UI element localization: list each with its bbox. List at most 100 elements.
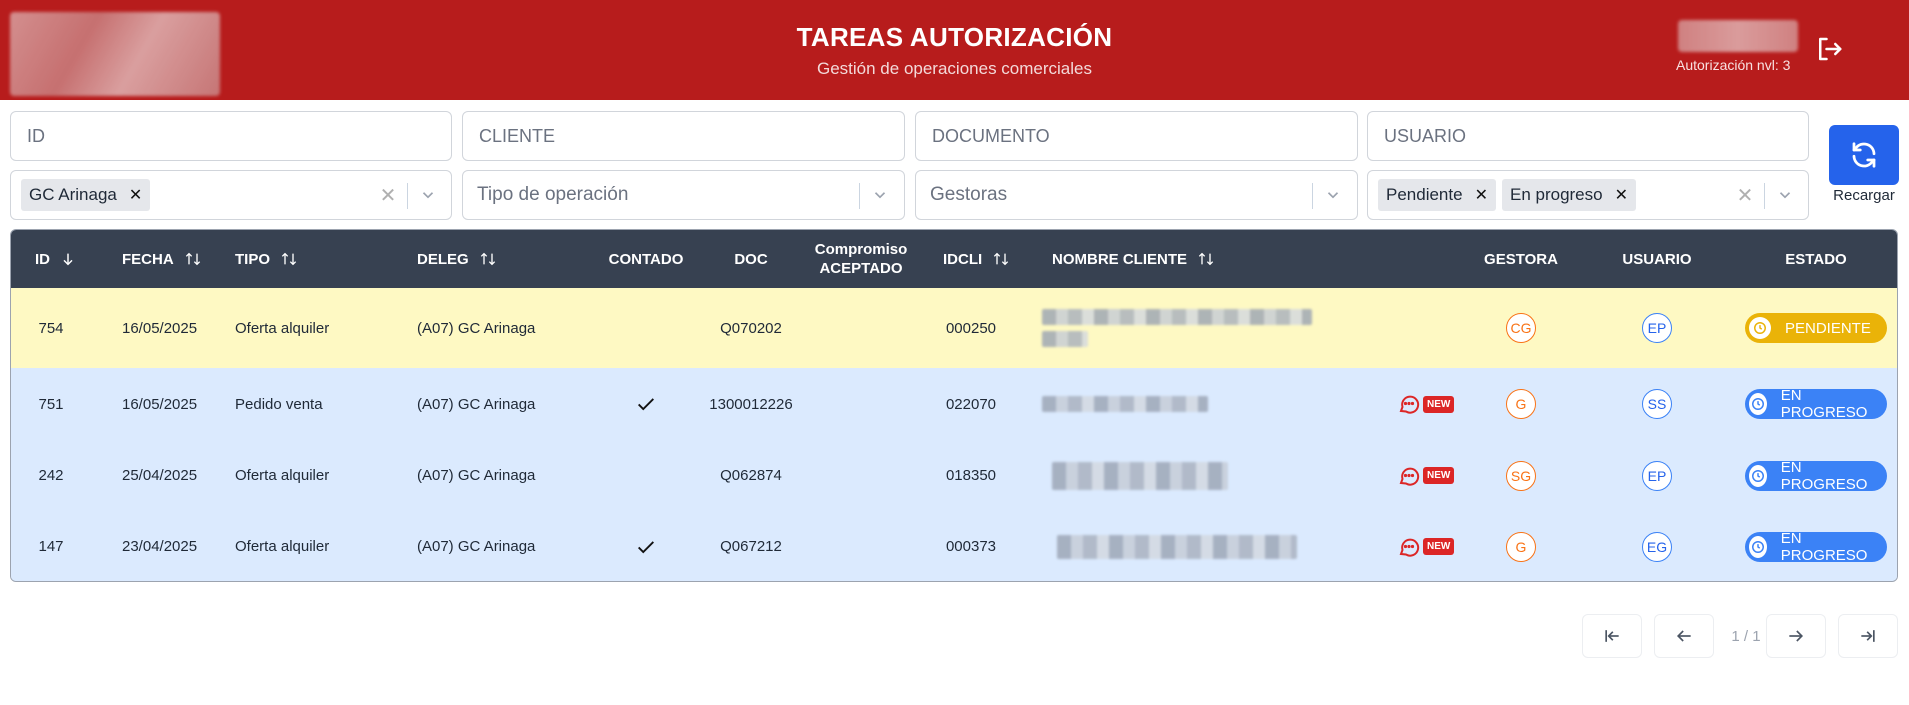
col-fecha[interactable]: FECHA xyxy=(122,230,202,288)
sort-icon[interactable] xyxy=(184,251,202,267)
col-idcli[interactable]: IDCLI xyxy=(943,230,1010,288)
new-comment-button[interactable]: NEW xyxy=(1397,464,1455,488)
table-row[interactable]: 242 25/04/2025 Oferta alquiler (A07) GC … xyxy=(11,440,1897,511)
gestora-avatar[interactable]: G xyxy=(1506,389,1536,419)
logout-button[interactable] xyxy=(1812,32,1846,66)
cell-comments: NEW xyxy=(1397,368,1455,440)
title-block: TAREAS AUTORIZACIÓN Gestión de operacion… xyxy=(0,22,1909,79)
cliente-filter-input[interactable] xyxy=(463,112,904,160)
documento-filter-input[interactable] xyxy=(916,112,1357,160)
usuario-filter[interactable] xyxy=(1367,111,1809,161)
first-page-button[interactable] xyxy=(1582,614,1642,658)
cell-id: 242 xyxy=(38,467,64,484)
cell-gestora: CG xyxy=(1501,288,1541,368)
check-icon xyxy=(638,540,654,553)
col-id[interactable]: ID xyxy=(35,230,76,288)
table-row[interactable]: 751 16/05/2025 Pedido venta (A07) GC Ari… xyxy=(11,368,1897,440)
cell-gestora: SG xyxy=(1501,440,1541,511)
col-estado-label: ESTADO xyxy=(1785,250,1847,268)
last-page-button[interactable] xyxy=(1838,614,1898,658)
chat-bubble-icon xyxy=(1399,538,1420,557)
cell-doc: Q062874 xyxy=(720,467,782,484)
col-id-label: ID xyxy=(35,250,50,268)
clear-icon[interactable]: ✕ xyxy=(1730,171,1760,219)
sort-icon[interactable] xyxy=(992,251,1010,267)
clock-icon xyxy=(1749,317,1771,339)
sort-icon[interactable] xyxy=(1197,251,1215,267)
delegacion-chip: GC Arinaga ✕ xyxy=(21,179,151,211)
status-label: PENDIENTE xyxy=(1785,319,1871,337)
chevron-down-icon[interactable] xyxy=(860,171,900,219)
reload-button[interactable] xyxy=(1829,125,1899,185)
col-deleg[interactable]: DELEG xyxy=(417,230,497,288)
col-contado-label: CONTADO xyxy=(608,250,684,268)
cell-idcli: 000373 xyxy=(945,538,997,555)
chevron-down-icon[interactable] xyxy=(1765,171,1805,219)
col-contado: CONTADO xyxy=(591,230,701,288)
tipo-operacion-select[interactable]: Tipo de operación xyxy=(462,170,905,220)
cell-doc: 1300012226 xyxy=(709,395,793,413)
next-page-button[interactable] xyxy=(1766,614,1826,658)
col-nombre-label: NOMBRE CLIENTE xyxy=(1052,250,1187,268)
remove-chip-icon[interactable]: ✕ xyxy=(1475,185,1488,205)
estado-chip-label: En progreso xyxy=(1509,185,1603,204)
table-row[interactable]: 754 16/05/2025 Oferta alquiler (A07) GC … xyxy=(11,288,1897,368)
usuario-avatar[interactable]: EP xyxy=(1642,313,1672,343)
reload-label: Recargar xyxy=(1833,187,1895,204)
remove-chip-icon[interactable]: ✕ xyxy=(129,185,142,205)
cell-deleg: (A07) GC Arinaga xyxy=(417,467,536,484)
cell-idcli: 000250 xyxy=(945,319,997,337)
usuario-avatar[interactable]: EG xyxy=(1642,531,1672,562)
documento-filter[interactable] xyxy=(915,111,1358,161)
cell-nombre-redacted xyxy=(1057,511,1297,581)
usuario-avatar[interactable]: SS xyxy=(1642,389,1672,419)
status-badge[interactable]: EN PROGRESO xyxy=(1745,387,1887,421)
cell-tipo: Oferta alquiler xyxy=(235,538,330,555)
status-badge[interactable]: PENDIENTE xyxy=(1745,313,1887,343)
gestora-avatar[interactable]: SG xyxy=(1506,460,1536,491)
new-comment-button[interactable]: NEW xyxy=(1397,535,1455,559)
estado-select[interactable]: Pendiente ✕ En progreso ✕ ✕ xyxy=(1367,170,1809,220)
prev-page-button[interactable] xyxy=(1654,614,1714,658)
col-doc-label: DOC xyxy=(734,250,768,268)
id-filter[interactable] xyxy=(10,111,452,161)
sort-icon[interactable] xyxy=(280,251,298,267)
id-filter-input[interactable] xyxy=(11,112,451,160)
cell-doc: Q070202 xyxy=(720,319,782,337)
status-badge[interactable]: EN PROGRESO xyxy=(1745,458,1887,493)
cell-id: 754 xyxy=(38,319,64,337)
chevron-down-icon[interactable] xyxy=(1313,171,1353,219)
chevron-down-icon[interactable] xyxy=(408,171,448,219)
status-label: EN PROGRESO xyxy=(1780,458,1868,493)
cell-gestora: G xyxy=(1501,511,1541,581)
col-fecha-label: FECHA xyxy=(122,250,174,268)
auth-level-label: Autorización nvl: 3 xyxy=(1676,57,1791,73)
col-compromiso-label-2: ACEPTADO xyxy=(819,260,903,277)
sort-icon[interactable] xyxy=(479,251,497,267)
table-row[interactable]: 147 23/04/2025 Oferta alquiler (A07) GC … xyxy=(11,511,1897,581)
gestoras-placeholder: Gestoras xyxy=(930,184,1008,205)
table-header: ID FECHA TIPO DELEG CONTADO DOC Compromi… xyxy=(11,230,1897,288)
sort-desc-icon[interactable] xyxy=(60,251,76,267)
new-tag: NEW xyxy=(1423,467,1455,484)
usuario-avatar[interactable]: EP xyxy=(1642,460,1672,491)
cell-estado: PENDIENTE xyxy=(1736,288,1896,368)
cell-tipo: Oferta alquiler xyxy=(235,467,330,484)
gestoras-select[interactable]: Gestoras xyxy=(915,170,1358,220)
status-badge[interactable]: EN PROGRESO xyxy=(1745,530,1887,564)
cell-idcli: 018350 xyxy=(945,467,997,484)
new-tag: NEW xyxy=(1423,395,1455,413)
remove-chip-icon[interactable]: ✕ xyxy=(1615,185,1628,205)
arrow-right-icon xyxy=(1789,630,1804,642)
cliente-filter[interactable] xyxy=(462,111,905,161)
gestora-avatar[interactable]: CG xyxy=(1506,313,1536,343)
col-tipo[interactable]: TIPO xyxy=(235,230,298,288)
usuario-filter-input[interactable] xyxy=(1368,112,1808,160)
col-nombre-cliente[interactable]: NOMBRE CLIENTE xyxy=(1052,230,1215,288)
cell-id: 751 xyxy=(38,395,64,413)
new-comment-button[interactable]: NEW xyxy=(1397,392,1455,416)
gestora-avatar[interactable]: G xyxy=(1506,531,1536,562)
delegacion-chip-label: GC Arinaga xyxy=(29,185,117,204)
delegacion-select[interactable]: GC Arinaga ✕ ✕ xyxy=(10,170,452,220)
clear-icon[interactable]: ✕ xyxy=(373,171,403,219)
